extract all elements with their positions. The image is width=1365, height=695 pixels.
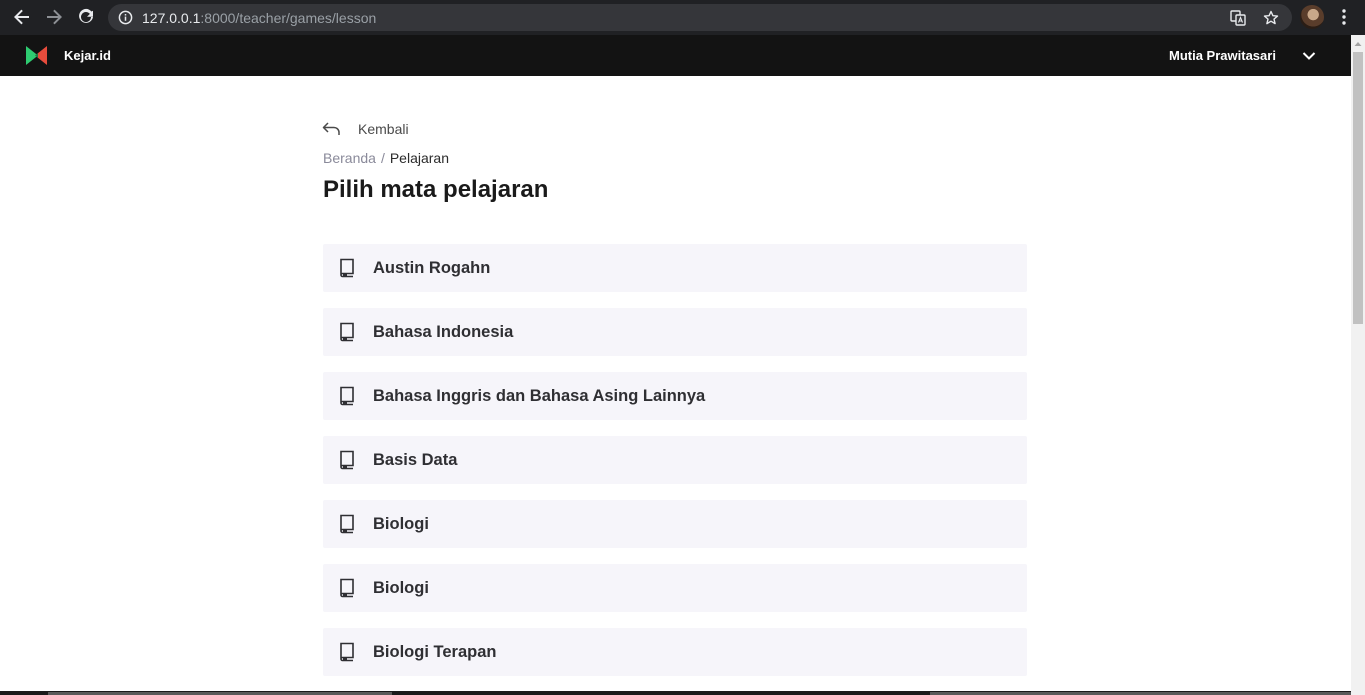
lesson-label: Biologi <box>373 578 429 597</box>
url-text[interactable]: 127.0.0.1:8000/teacher/games/lesson <box>142 10 376 26</box>
list-item[interactable]: Biologi Terapan <box>323 628 1027 676</box>
scroll-up-icon[interactable] <box>1354 40 1362 48</box>
list-item[interactable]: Basis Data <box>323 436 1027 484</box>
scroll-thumb[interactable] <box>1353 52 1363 324</box>
book-icon <box>340 450 354 470</box>
user-name[interactable]: Mutia Prawitasari <box>1169 48 1276 63</box>
lesson-label: Biologi <box>373 514 429 533</box>
list-item[interactable]: Bahasa Inggris dan Bahasa Asing Lainnya <box>323 372 1027 420</box>
info-icon[interactable] <box>118 10 133 25</box>
lesson-list: Austin Rogahn Bahasa Indonesia Bahasa In… <box>323 244 1027 692</box>
url-path: :8000/teacher/games/lesson <box>200 10 377 26</box>
breadcrumb-current: Pelajaran <box>389 150 449 166</box>
return-arrow-icon <box>322 122 340 135</box>
taskbar-strip <box>0 691 1351 695</box>
lesson-label: Basis Data <box>373 450 458 469</box>
page-scrollbar[interactable] <box>1351 35 1365 695</box>
list-item[interactable]: Biologi <box>323 564 1027 612</box>
star-icon[interactable] <box>1263 10 1279 26</box>
back-link[interactable]: Kembali <box>322 121 409 137</box>
arrow-forward-icon <box>47 9 62 25</box>
book-icon <box>340 642 354 662</box>
lesson-label: Austin Rogahn <box>373 258 491 277</box>
breadcrumb-separator: / <box>380 150 385 166</box>
book-icon <box>340 386 354 406</box>
kejar-logo-icon[interactable] <box>26 46 47 65</box>
address-bar[interactable]: 127.0.0.1:8000/teacher/games/lesson <box>108 4 1292 31</box>
lesson-label: Biologi Terapan <box>373 642 497 661</box>
book-icon <box>340 578 354 598</box>
arrow-back-icon <box>14 9 29 25</box>
breadcrumb: Beranda / Pelajaran <box>323 150 449 166</box>
kebab-menu-icon[interactable] <box>1336 8 1352 26</box>
brand-name[interactable]: Kejar.id <box>64 48 111 63</box>
app-header: Kejar.id Mutia Prawitasari <box>0 35 1351 76</box>
list-item[interactable]: Biologi <box>323 500 1027 548</box>
browser-back-button[interactable] <box>6 1 38 33</box>
book-icon <box>340 514 354 534</box>
translate-icon[interactable] <box>1230 10 1246 26</box>
browser-forward-button[interactable] <box>38 1 70 33</box>
chevron-down-icon[interactable] <box>1302 51 1316 61</box>
list-item[interactable]: Bahasa Indonesia <box>323 308 1027 356</box>
browser-toolbar: 127.0.0.1:8000/teacher/games/lesson <box>0 0 1365 35</box>
browser-profile-avatar[interactable] <box>1300 5 1324 29</box>
book-icon <box>340 258 354 278</box>
reload-icon <box>79 8 93 23</box>
list-item[interactable]: Austin Rogahn <box>323 244 1027 292</box>
url-host: 127.0.0.1 <box>142 10 201 26</box>
lesson-label: Bahasa Indonesia <box>373 322 514 341</box>
book-icon <box>340 322 354 342</box>
page-title: Pilih mata pelajaran <box>323 176 549 203</box>
back-label: Kembali <box>358 121 409 137</box>
lesson-label: Bahasa Inggris dan Bahasa Asing Lainnya <box>373 386 706 405</box>
breadcrumb-home[interactable]: Beranda <box>323 150 376 166</box>
browser-reload-button[interactable] <box>70 1 102 33</box>
